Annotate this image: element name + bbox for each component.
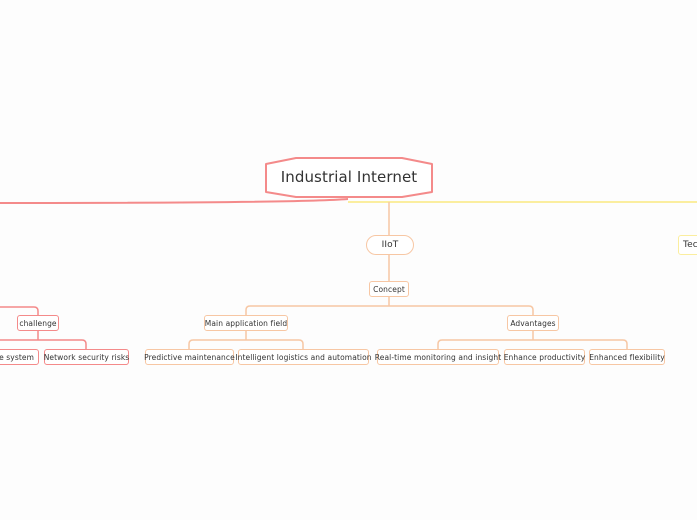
- topic-predictive-maintenance[interactable]: Predictive maintenance: [144, 349, 235, 365]
- connector-advantages-children: [437, 331, 628, 349]
- connector-root-left: [0, 198, 349, 204]
- topic-label: Real-time monitoring and insight: [374, 352, 502, 362]
- topic-label: Enhanced flexibility: [589, 352, 665, 362]
- connector-mainapp-children: [188, 331, 304, 349]
- topic-label: Advantages: [510, 318, 556, 328]
- topic-concept-label: Concept: [373, 284, 405, 294]
- topic-intelligent-logistics[interactable]: Intelligent logistics and automation: [235, 349, 372, 365]
- topic-challenge[interactable]: challenge: [17, 315, 59, 331]
- topic-technology-partial[interactable]: Tec: [678, 235, 697, 255]
- topic-network-security-risks[interactable]: Network security risks: [44, 349, 129, 365]
- topic-label: Predictive maintenance: [144, 352, 235, 362]
- topic-system-partial[interactable]: he system: [0, 349, 39, 365]
- root-topic-label: Industrial Internet: [280, 168, 418, 186]
- connector-concept-groups: [245, 297, 534, 315]
- connector-lines: [0, 198, 697, 349]
- topic-realtime-monitoring[interactable]: Real-time monitoring and insight: [374, 349, 502, 365]
- connector-left-challenge: [0, 306, 39, 315]
- topic-concept[interactable]: Concept: [369, 281, 409, 297]
- topic-label: Main application field: [204, 318, 288, 328]
- topic-label: Enhance productivity: [503, 352, 586, 362]
- topic-iiot-label: IIoT: [381, 240, 399, 250]
- topic-label: he system: [0, 352, 34, 362]
- topic-iiot[interactable]: IIoT: [366, 235, 414, 255]
- topic-label: Network security risks: [43, 352, 130, 362]
- root-topic[interactable]: Industrial Internet: [264, 156, 434, 198]
- topic-label: challenge: [19, 318, 57, 328]
- topic-enhanced-flexibility[interactable]: Enhanced flexibility: [589, 349, 665, 365]
- connector-challenge-children: [0, 331, 87, 349]
- topic-main-application-field[interactable]: Main application field: [204, 315, 288, 331]
- topic-advantages[interactable]: Advantages: [507, 315, 559, 331]
- topic-label: Tec: [683, 240, 697, 250]
- topic-enhance-productivity[interactable]: Enhance productivity: [504, 349, 585, 365]
- topic-label: Intelligent logistics and automation: [235, 352, 372, 362]
